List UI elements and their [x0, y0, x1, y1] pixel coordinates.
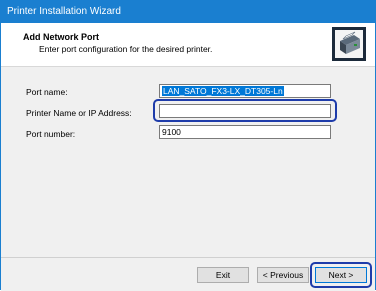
wizard-header: Add Network Port Enter port configuratio… [1, 23, 375, 67]
printer-icon [332, 27, 366, 61]
port-number-value: 9100 [162, 127, 181, 137]
page-subheading: Enter port configuration for the desired… [39, 44, 213, 54]
wizard-window: Printer Installation Wizard Add Network … [0, 0, 376, 291]
next-button[interactable]: Next > [315, 267, 367, 283]
address-field[interactable] [159, 104, 331, 118]
page-heading: Add Network Port [23, 32, 100, 42]
title-bar: Printer Installation Wizard [1, 1, 375, 23]
port-name-label: Port name: [26, 87, 68, 97]
port-number-label: Port number: [26, 129, 76, 139]
previous-button[interactable]: < Previous [257, 267, 309, 283]
address-label: Printer Name or IP Address: [26, 108, 132, 118]
window-title: Printer Installation Wizard [7, 6, 121, 17]
port-name-field[interactable]: LAN_SATO_FX3-LX_DT305-Ln [159, 84, 331, 98]
form-area: Port name: LAN_SATO_FX3-LX_DT305-Ln Prin… [1, 68, 375, 258]
port-number-field[interactable]: 9100 [159, 125, 331, 139]
port-name-value: LAN_SATO_FX3-LX_DT305-Ln [162, 86, 284, 96]
wizard-footer: Exit < Previous Next > [1, 257, 375, 291]
exit-button[interactable]: Exit [197, 267, 249, 283]
